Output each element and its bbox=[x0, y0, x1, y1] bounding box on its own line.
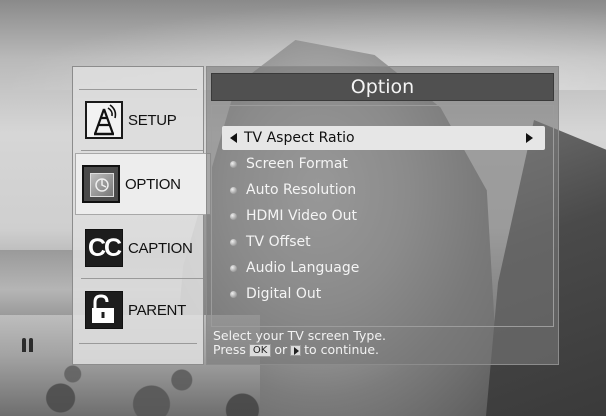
menu-item-tv-aspect-ratio[interactable]: TV Aspect Ratio bbox=[222, 126, 545, 150]
right-arrow-icon[interactable] bbox=[526, 133, 533, 143]
sidebar-item-label: PARENT bbox=[128, 301, 186, 319]
bullet-icon bbox=[230, 161, 237, 168]
left-arrow-icon[interactable] bbox=[230, 133, 237, 143]
bullet-icon bbox=[230, 187, 237, 194]
menu-item-audio-language[interactable]: Audio Language bbox=[222, 256, 545, 280]
panel-title: Option bbox=[211, 73, 554, 101]
help-text: Select your TV screen Type. Press OK or … bbox=[213, 329, 386, 357]
sidebar-item-label: SETUP bbox=[128, 111, 177, 129]
padlock-icon bbox=[85, 291, 123, 329]
bullet-icon bbox=[230, 213, 237, 220]
sidebar-item-label: OPTION bbox=[125, 175, 181, 193]
menu-item-hdmi-video-out[interactable]: HDMI Video Out bbox=[222, 204, 545, 228]
option-list: TV Aspect Ratio Screen Format Auto Resol… bbox=[211, 105, 554, 327]
option-icon bbox=[82, 165, 120, 203]
help-continue: to continue. bbox=[304, 342, 379, 357]
help-line-2: Press OK or to continue. bbox=[213, 343, 386, 357]
sidebar-item-setup[interactable]: SETUP bbox=[79, 89, 205, 151]
help-line-1: Select your TV screen Type. bbox=[213, 328, 386, 343]
sidebar-item-caption[interactable]: CC CAPTION bbox=[79, 217, 205, 279]
menu-item-label: Audio Language bbox=[246, 260, 360, 276]
menu-item-auto-resolution[interactable]: Auto Resolution bbox=[222, 178, 545, 202]
sidebar-item-parent[interactable]: PARENT bbox=[79, 279, 205, 341]
menu-item-digital-out[interactable]: Digital Out bbox=[222, 282, 545, 306]
menu-item-tv-offset[interactable]: TV Offset bbox=[222, 230, 545, 254]
menu-item-label: Digital Out bbox=[246, 286, 322, 302]
menu-item-label: Screen Format bbox=[246, 156, 348, 172]
sidebar-item-label: CAPTION bbox=[128, 239, 193, 257]
ok-key-icon: OK bbox=[248, 343, 272, 357]
menu-item-screen-format[interactable]: Screen Format bbox=[222, 152, 545, 176]
cc-icon: CC bbox=[85, 229, 123, 267]
settings-menu: SETUP OPTION CC CAPTION PARENT Option TV… bbox=[72, 66, 559, 365]
sidebar-item-option[interactable]: OPTION bbox=[75, 153, 211, 215]
bullet-icon bbox=[230, 291, 237, 298]
menu-item-label: TV Offset bbox=[246, 234, 311, 250]
right-key-icon bbox=[290, 344, 302, 356]
antenna-icon bbox=[85, 101, 123, 139]
menu-item-label: HDMI Video Out bbox=[246, 208, 358, 224]
help-or: or bbox=[274, 342, 288, 357]
help-press: Press bbox=[213, 342, 246, 357]
option-panel: Option TV Aspect Ratio Screen Format Aut… bbox=[206, 66, 559, 365]
bullet-icon bbox=[230, 239, 237, 246]
bullet-icon bbox=[230, 265, 237, 272]
menu-item-label: Auto Resolution bbox=[246, 182, 357, 198]
menu-item-label: TV Aspect Ratio bbox=[244, 130, 355, 146]
category-sidebar: SETUP OPTION CC CAPTION PARENT bbox=[72, 66, 211, 365]
